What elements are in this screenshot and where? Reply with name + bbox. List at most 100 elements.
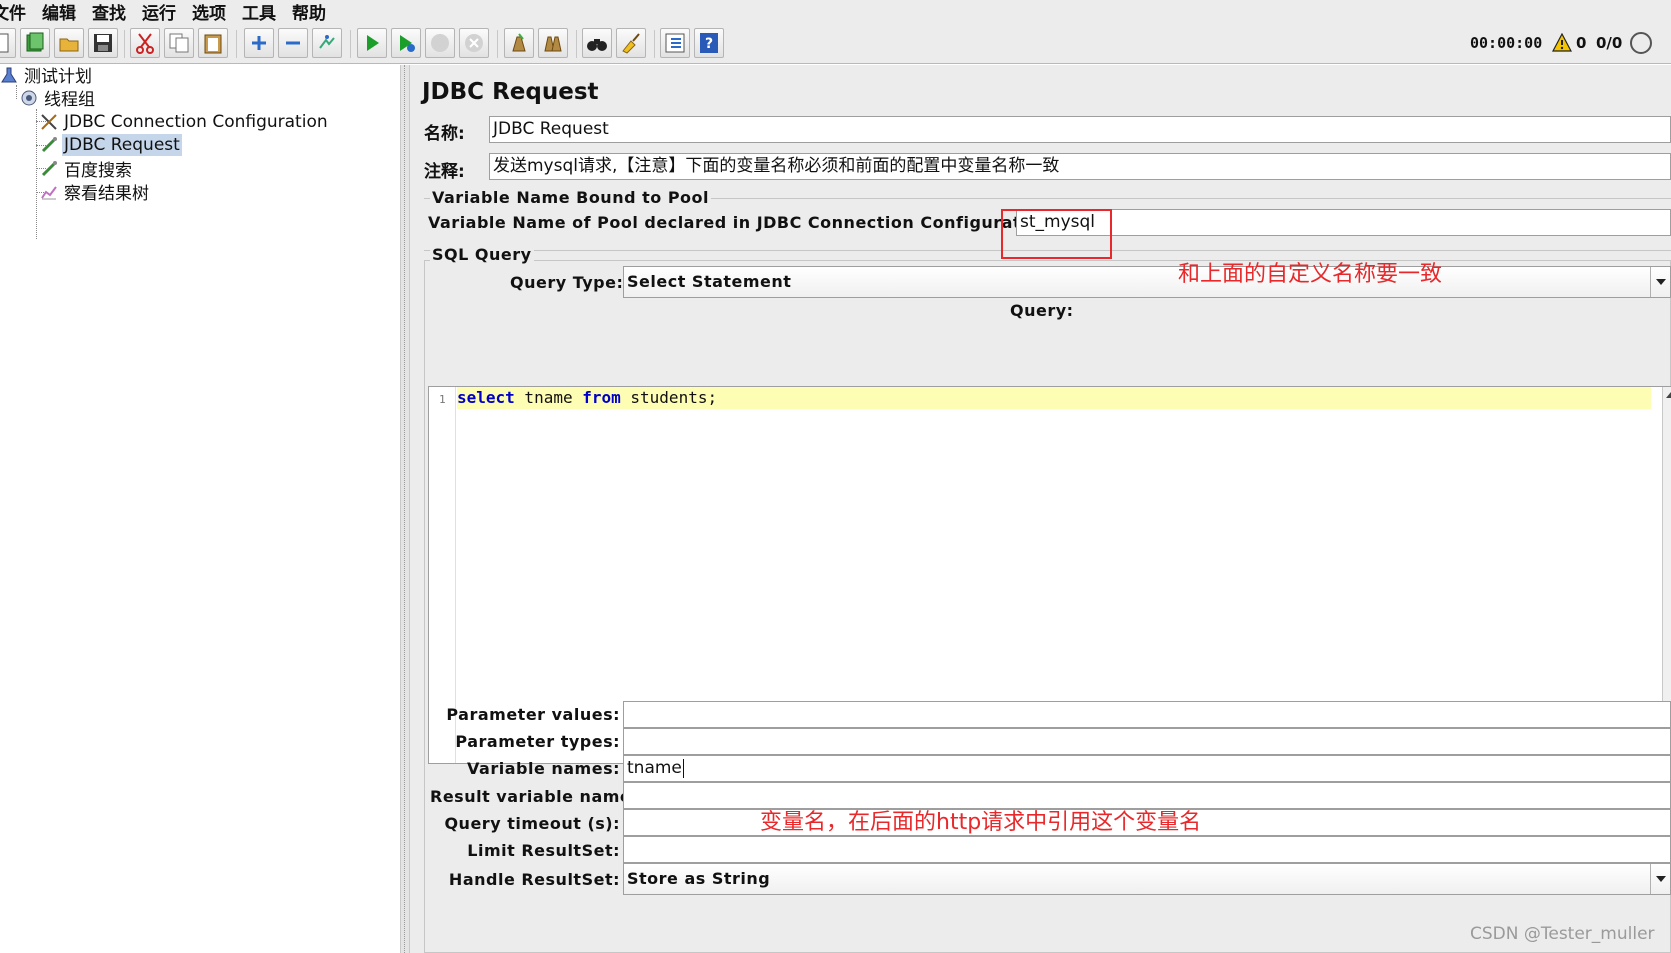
run-status-icon — [1630, 32, 1652, 54]
thread-group-icon — [21, 90, 37, 105]
start-button[interactable] — [357, 28, 387, 58]
paste-button[interactable] — [198, 28, 228, 58]
sampler-icon — [41, 136, 57, 152]
pool-name-field[interactable]: st_mysql — [1016, 209, 1671, 236]
tree-item-thread-group[interactable]: 线程组 — [20, 86, 97, 110]
svg-text:?: ? — [705, 36, 713, 52]
scroll-up-icon[interactable] — [1666, 392, 1671, 398]
open-button[interactable] — [54, 28, 84, 58]
expand-button[interactable] — [244, 28, 274, 58]
sql-text: students; — [620, 388, 718, 407]
stop-icon — [431, 34, 449, 52]
chevron-down-icon[interactable] — [1650, 267, 1670, 297]
handle-resultset-select[interactable]: Store as String — [623, 863, 1671, 895]
reset-search-button[interactable] — [616, 28, 646, 58]
split-pane-divider[interactable] — [400, 65, 410, 953]
menu-search[interactable]: 查找 — [92, 0, 126, 24]
handle-resultset-label: Handle ResultSet: — [448, 870, 620, 889]
pool-name-annotation: 和上面的自定义名称要一致 — [1178, 262, 1443, 287]
listener-icon — [41, 185, 57, 199]
clear-button[interactable] — [504, 28, 534, 58]
collapse-button[interactable] — [278, 28, 308, 58]
tree-item-test-plan[interactable]: 测试计划 — [0, 63, 94, 87]
active-threads-count: 0/0 — [1596, 34, 1623, 52]
menu-bar: 文件 编辑 查找 运行 选项 工具 帮助 — [0, 0, 1671, 24]
help-icon: ? — [700, 33, 718, 53]
paste-icon — [204, 34, 222, 54]
warning-count: 0 — [1576, 34, 1587, 52]
page-title: JDBC Request — [422, 79, 599, 105]
handle-resultset-value: Store as String — [627, 869, 771, 888]
menu-file[interactable]: 文件 — [0, 0, 26, 24]
query-timeout-label: Query timeout (s): — [444, 814, 620, 833]
parameter-types-label: Parameter types: — [455, 732, 620, 751]
warning-icon[interactable] — [1552, 33, 1572, 53]
expand-icon — [252, 36, 266, 50]
test-plan-tree: 测试计划 线程组 JDBC Connection Configuration J… — [0, 65, 400, 953]
menu-tools[interactable]: 工具 — [242, 0, 276, 24]
function-helper-icon — [665, 33, 685, 53]
new-button[interactable] — [0, 28, 16, 58]
menu-run[interactable]: 运行 — [142, 0, 176, 24]
line-number: 1 — [439, 393, 446, 406]
tree-item-view-results-tree[interactable]: 察看结果树 — [40, 180, 151, 204]
query-type-value: Select Statement — [627, 272, 792, 291]
tree-item-label: JDBC Request — [62, 133, 182, 156]
menu-options[interactable]: 选项 — [192, 0, 226, 24]
comment-label: 注释: — [424, 162, 465, 182]
cut-icon — [136, 33, 154, 54]
new-icon — [0, 33, 9, 53]
parameter-values-label: Parameter values: — [446, 705, 620, 724]
menu-edit[interactable]: 编辑 — [42, 0, 76, 24]
chevron-down-icon[interactable] — [1650, 864, 1670, 894]
parameter-values-field[interactable] — [623, 701, 1671, 728]
elapsed-timer: 00:00:00 — [1470, 34, 1543, 52]
tree-item-label: 察看结果树 — [64, 184, 149, 204]
help-button[interactable]: ? — [694, 28, 724, 58]
start-no-pauses-button[interactable] — [391, 28, 421, 58]
templates-icon — [26, 32, 44, 52]
search-icon — [587, 39, 607, 51]
copy-button[interactable] — [164, 28, 194, 58]
limit-resultset-field[interactable] — [623, 836, 1671, 863]
pool-name-highlight — [1001, 209, 1112, 259]
start-icon — [367, 35, 379, 51]
clear-all-button[interactable] — [538, 28, 568, 58]
menu-help[interactable]: 帮助 — [292, 0, 326, 24]
name-label: 名称: — [424, 124, 465, 144]
tree-item-baidu-search[interactable]: 百度搜索 — [40, 157, 134, 181]
parameter-types-field[interactable] — [623, 728, 1671, 755]
query-type-label: Query Type: — [510, 273, 624, 292]
function-helper-button[interactable] — [660, 28, 690, 58]
sampler-icon — [41, 160, 57, 176]
name-field[interactable]: JDBC Request — [489, 116, 1671, 143]
toolbar: ? — [0, 22, 1671, 64]
collapse-icon — [286, 41, 300, 45]
tree-item-jdbc-request[interactable]: JDBC Request — [40, 133, 182, 156]
comment-field[interactable]: 发送mysql请求,【注意】下面的变量名称必须和前面的配置中变量名称一致 — [489, 153, 1671, 180]
stop-button[interactable] — [425, 28, 455, 58]
pool-name-label: Variable Name of Pool declared in JDBC C… — [428, 213, 1058, 232]
toggle-button[interactable] — [312, 28, 342, 58]
save-button[interactable] — [88, 28, 118, 58]
config-element-icon — [41, 113, 57, 130]
sql-keyword: from — [582, 388, 621, 407]
query-label: Query: — [1010, 301, 1074, 320]
limit-resultset-label: Limit ResultSet: — [467, 841, 620, 860]
sql-keyword: select — [457, 388, 515, 407]
result-variable-name-label: Result variable name: — [430, 787, 639, 806]
variable-names-field[interactable]: tname — [623, 755, 1671, 782]
tree-item-label: 线程组 — [44, 90, 95, 110]
cut-button[interactable] — [130, 28, 160, 58]
start-no-pauses-icon — [400, 35, 415, 52]
query-type-select[interactable]: Select Statement — [623, 266, 1671, 298]
shutdown-icon — [465, 34, 483, 52]
search-button[interactable] — [582, 28, 612, 58]
shutdown-button[interactable] — [459, 28, 489, 58]
templates-button[interactable] — [20, 28, 50, 58]
sql-text: tname — [514, 388, 583, 407]
watermark: CSDN @Tester_muller — [1470, 924, 1655, 944]
variable-names-label: Variable names: — [467, 759, 620, 778]
code-line[interactable]: select tname from students; — [457, 387, 1651, 409]
tree-item-jdbc-connection-configuration[interactable]: JDBC Connection Configuration — [40, 110, 330, 133]
